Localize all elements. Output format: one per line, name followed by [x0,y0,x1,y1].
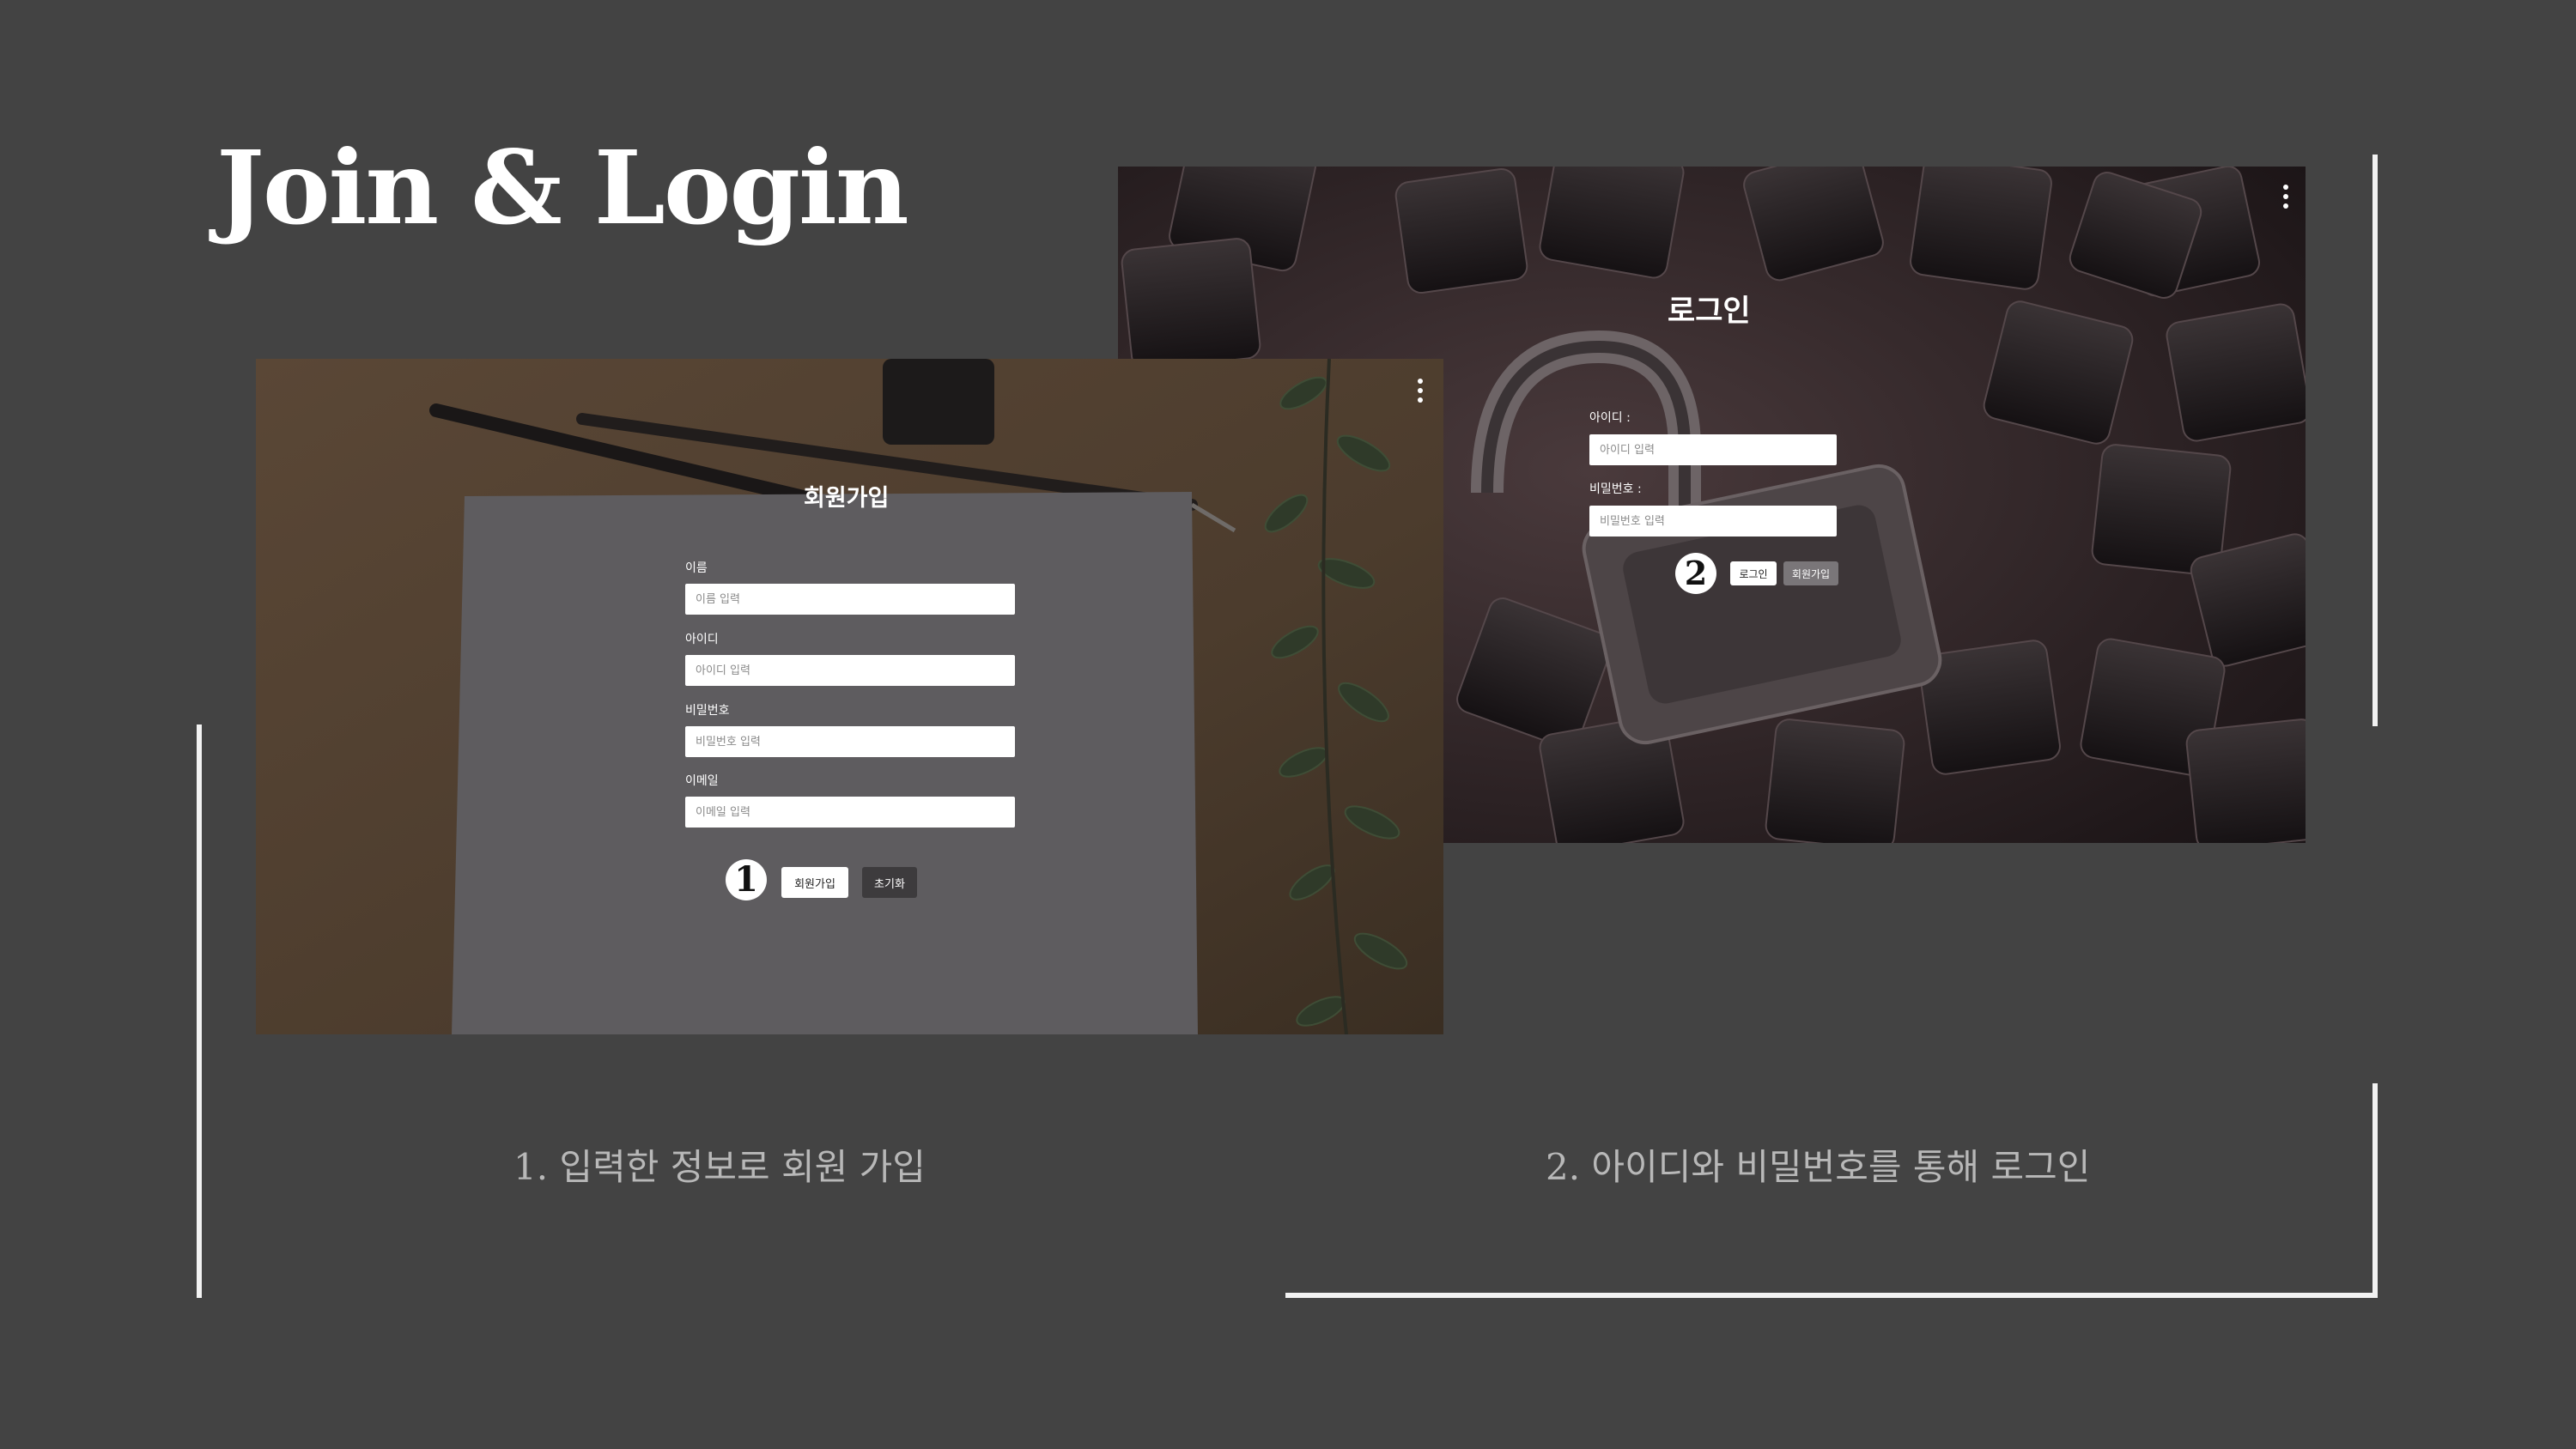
signup-submit-button[interactable]: 회원가입 [781,867,848,898]
login-id-input[interactable] [1589,434,1837,465]
login-pw-label: 비밀번호 : [1589,482,1642,496]
frame-line-left [197,724,202,1298]
frame-line-right-upper [2372,155,2378,726]
signup-email-input[interactable] [685,797,1015,828]
login-button[interactable]: 로그인 [1730,561,1777,585]
step-badge-1: 1 [726,859,767,900]
fountain-pen-desk-background-image [256,359,1443,1034]
login-password-input[interactable] [1589,506,1837,537]
step-badge-2: 2 [1675,553,1716,594]
signup-name-label: 이름 [685,561,708,575]
signup-email-label: 이메일 [685,774,719,788]
signup-password-input[interactable] [685,726,1015,757]
signup-password-label: 비밀번호 [685,704,730,718]
slide-title: Join & Login [216,128,909,247]
login-menu-icon[interactable] [2282,185,2289,214]
signup-reset-button[interactable]: 초기화 [862,867,917,898]
frame-line-bottom [1285,1293,2378,1298]
frame-line-right-lower [2372,1083,2378,1298]
login-caption: 2. 아이디와 비밀번호를 통해 로그인 [1546,1146,2091,1188]
signup-id-label: 아이디 [685,633,719,646]
signup-title: 회원가입 [804,485,890,512]
signup-screenshot: 회원가입 이름 아이디 비밀번호 이메일 1 회원가입 초기화 [256,359,1443,1034]
signup-name-input[interactable] [685,584,1015,615]
login-id-label: 아이디 : [1589,411,1631,425]
signup-id-input[interactable] [685,655,1015,686]
login-signup-button[interactable]: 회원가입 [1783,561,1838,585]
signup-caption: 1. 입력한 정보로 회원 가입 [513,1146,926,1188]
login-title: 로그인 [1668,294,1751,329]
signup-menu-icon[interactable] [1417,379,1424,408]
slide: Join & Login 로그인 아이디: 아이디 입력 비밀번호: 비밀번… [0,0,2576,1449]
